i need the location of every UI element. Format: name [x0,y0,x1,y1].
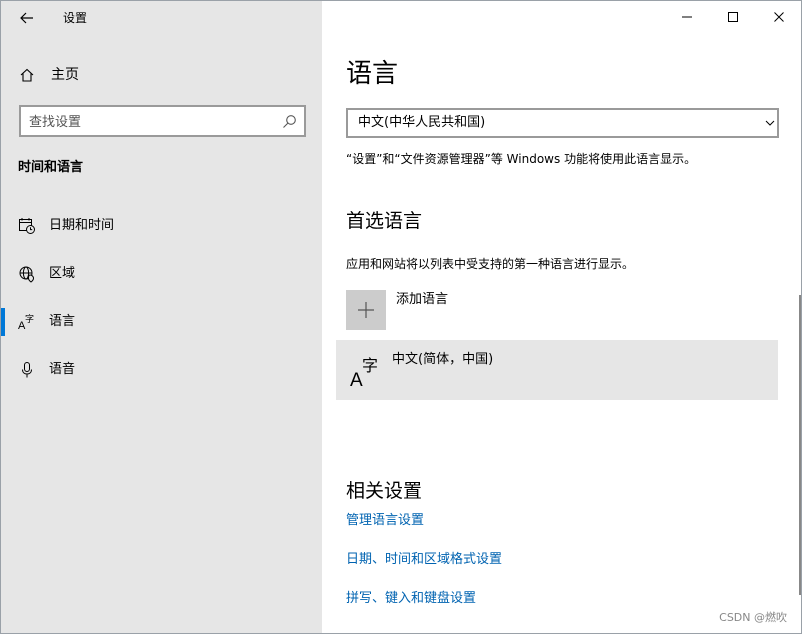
section-header: 时间和语言 [18,160,84,175]
maximize-button[interactable] [710,1,756,33]
plus-icon [358,302,374,318]
sidebar-item-language[interactable]: A 字 语言 [1,304,322,340]
language-icon: A 字 [18,313,34,331]
add-language-button[interactable]: 添加语言 [346,290,646,330]
selected-indicator [1,308,5,336]
microphone-icon [22,362,32,378]
settings-window: 设置 主页 时间和语言 日期和时间 [0,0,802,634]
svg-text:字: 字 [25,313,34,325]
preferred-languages-description: 应用和网站将以列表中受支持的第一种语言进行显示。 [346,257,635,271]
maximize-icon [728,12,738,22]
svg-text:字: 字 [362,356,378,375]
home-icon [20,68,34,82]
language-icon: A 字 [350,356,378,388]
link-spelling-typing-keyboard[interactable]: 拼写、键入和键盘设置 [346,591,476,607]
page-title: 语言 [346,59,399,89]
scrollbar-thumb[interactable] [799,295,801,595]
language-item-label: 中文(简体，中国) [392,352,494,367]
search-input[interactable] [29,113,269,131]
search-box[interactable] [19,105,306,137]
sidebar-item-speech[interactable]: 语音 [1,352,322,388]
search-icon[interactable] [282,114,297,129]
add-language-label: 添加语言 [396,292,449,307]
close-icon [774,12,784,22]
nav-home-label: 主页 [51,67,79,83]
display-language-dropdown[interactable]: 中文(中华人民共和国) [346,108,779,138]
link-date-time-region-format[interactable]: 日期、时间和区域格式设置 [346,552,502,568]
clock-calendar-icon [19,218,35,234]
language-list-item[interactable]: A 字 中文(简体，中国) [336,340,778,400]
add-language-tile [346,290,386,330]
back-button[interactable] [13,5,41,31]
link-manage-language-settings[interactable]: 管理语言设置 [346,513,424,529]
nav-home[interactable]: 主页 [1,59,322,91]
sidebar-item-label: 日期和时间 [49,218,115,233]
watermark: CSDN @燃吹 [719,611,787,624]
sidebar-item-region[interactable]: 区域 [1,256,322,292]
globe-region-icon [19,266,35,283]
dropdown-value: 中文(中华人民共和国) [358,115,486,130]
close-button[interactable] [756,1,801,33]
preferred-languages-heading: 首选语言 [346,210,423,232]
sidebar-item-date-time[interactable]: 日期和时间 [1,208,322,244]
sidebar-item-label: 区域 [49,266,76,281]
display-language-note: “设置”和“文件资源管理器”等 Windows 功能将使用此语言显示。 [346,152,697,166]
related-settings-heading: 相关设置 [346,480,423,502]
app-title: 设置 [63,11,88,25]
sidebar: 设置 主页 时间和语言 日期和时间 [1,1,322,633]
back-arrow-icon [20,12,33,24]
sidebar-item-label: 语音 [49,362,76,377]
minimize-icon [682,16,692,18]
sidebar-item-label: 语言 [49,314,76,329]
minimize-button[interactable] [664,1,710,33]
main-content: 语言 中文(中华人民共和国) “设置”和“文件资源管理器”等 Windows 功… [322,1,801,633]
chevron-down-icon [765,120,775,126]
